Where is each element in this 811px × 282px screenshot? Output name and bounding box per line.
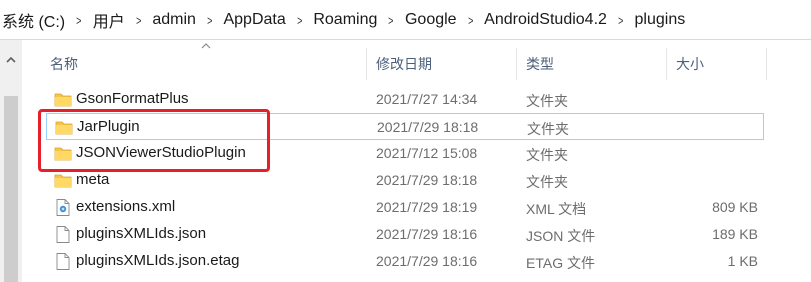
vertical-scrollbar[interactable] bbox=[0, 40, 22, 282]
file-icon bbox=[56, 253, 70, 270]
file-type: ETAG 文件 bbox=[526, 255, 595, 271]
column-divider[interactable] bbox=[766, 48, 767, 80]
breadcrumb-item-users[interactable]: 用户 bbox=[91, 8, 127, 32]
file-name: pluginsXMLIds.json.etag bbox=[76, 252, 240, 269]
column-headers: 名称 修改日期 类型 大小 bbox=[22, 40, 811, 80]
file-type: 文件夹 bbox=[526, 93, 568, 109]
file-date: 2021/7/29 18:19 bbox=[376, 199, 478, 215]
file-size: 189 KB bbox=[712, 226, 758, 242]
breadcrumb-item-appdata[interactable]: AppData bbox=[221, 11, 287, 29]
scrollbar-thumb[interactable] bbox=[4, 96, 18, 282]
file-date: 2021/7/29 18:18 bbox=[376, 172, 478, 188]
file-type: 文件夹 bbox=[527, 121, 569, 137]
chevron-right-icon[interactable]: > bbox=[71, 13, 88, 28]
chevron-right-icon[interactable]: > bbox=[612, 13, 629, 28]
file-name: meta bbox=[76, 171, 110, 188]
column-header-type[interactable]: 类型 bbox=[526, 54, 554, 74]
file-date: 2021/7/27 14:34 bbox=[376, 91, 478, 107]
folder-icon bbox=[54, 93, 72, 107]
file-date: 2021/7/12 15:08 bbox=[376, 145, 478, 161]
folder-icon bbox=[54, 174, 72, 188]
breadcrumb-item-google[interactable]: Google bbox=[403, 11, 459, 29]
annotation-highlight-box bbox=[38, 109, 270, 172]
file-name: extensions.xml bbox=[76, 198, 176, 215]
column-header-name[interactable]: 名称 bbox=[50, 54, 78, 74]
file-row[interactable]: extensions.xml 2021/7/29 18:19 XML 文档 80… bbox=[46, 194, 764, 221]
sort-ascending-icon bbox=[201, 43, 211, 49]
file-size: 1 KB bbox=[727, 253, 758, 269]
column-header-date[interactable]: 修改日期 bbox=[376, 54, 432, 74]
column-divider[interactable] bbox=[366, 48, 367, 80]
scroll-up-arrow-icon[interactable] bbox=[0, 52, 22, 66]
breadcrumb-item-drive[interactable]: 系统 (C:) bbox=[0, 8, 67, 32]
address-bar[interactable]: 系统 (C:) > 用户 > admin > AppData > Roaming… bbox=[0, 0, 811, 40]
chevron-right-icon[interactable]: > bbox=[462, 13, 479, 28]
file-type: XML 文档 bbox=[526, 201, 587, 217]
xml-file-icon bbox=[56, 199, 70, 216]
chevron-right-icon[interactable]: > bbox=[383, 13, 400, 28]
breadcrumb: 系统 (C:) > 用户 > admin > AppData > Roaming… bbox=[0, 2, 687, 38]
breadcrumb-item-plugins[interactable]: plugins bbox=[633, 11, 688, 29]
column-divider[interactable] bbox=[666, 48, 667, 80]
chevron-right-icon[interactable]: > bbox=[291, 13, 308, 28]
file-name: pluginsXMLIds.json bbox=[76, 225, 207, 242]
file-icon bbox=[56, 226, 70, 243]
breadcrumb-item-admin[interactable]: admin bbox=[150, 11, 198, 29]
chevron-right-icon[interactable]: > bbox=[130, 13, 147, 28]
file-date: 2021/7/29 18:16 bbox=[376, 253, 478, 269]
file-row[interactable]: pluginsXMLIds.json.etag 2021/7/29 18:16 … bbox=[46, 248, 764, 275]
breadcrumb-item-roaming[interactable]: Roaming bbox=[311, 11, 379, 29]
file-row[interactable]: pluginsXMLIds.json 2021/7/29 18:16 JSON … bbox=[46, 221, 764, 248]
chevron-right-icon[interactable]: > bbox=[201, 13, 218, 28]
file-type: 文件夹 bbox=[526, 174, 568, 190]
file-type: 文件夹 bbox=[526, 147, 568, 163]
file-size: 809 KB bbox=[712, 199, 758, 215]
file-type: JSON 文件 bbox=[526, 228, 596, 244]
file-date: 2021/7/29 18:18 bbox=[377, 119, 479, 135]
file-name: GsonFormatPlus bbox=[76, 90, 189, 107]
breadcrumb-item-androidstudio[interactable]: AndroidStudio4.2 bbox=[482, 11, 609, 29]
file-date: 2021/7/29 18:16 bbox=[376, 226, 478, 242]
column-divider[interactable] bbox=[516, 48, 517, 80]
column-header-size[interactable]: 大小 bbox=[676, 54, 704, 74]
